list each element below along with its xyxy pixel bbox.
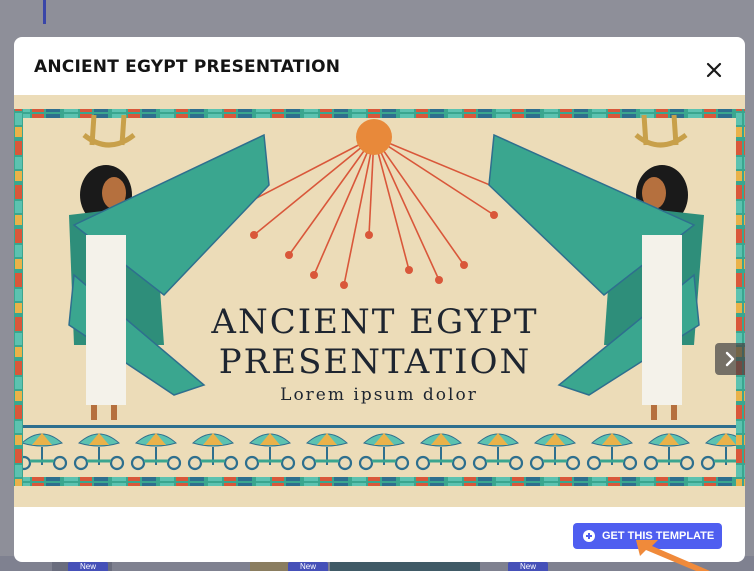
next-slide-button[interactable] xyxy=(715,343,745,375)
plus-circle-icon xyxy=(583,530,595,542)
close-icon xyxy=(706,62,722,78)
modal-title: ANCIENT EGYPT PRESENTATION xyxy=(34,57,341,77)
pointer-arrow-icon xyxy=(636,540,710,571)
close-button[interactable] xyxy=(703,59,725,81)
modal-header: ANCIENT EGYPT PRESENTATION xyxy=(14,37,745,95)
slide-title-line2: PRESENTATION xyxy=(219,342,531,382)
background-new-badge: New xyxy=(68,562,108,571)
background-new-badge: New xyxy=(288,562,328,571)
slide-preview: ANCIENT EGYPT PRESENTATION Lorem ipsum d… xyxy=(14,95,745,507)
slide-subtitle: Lorem ipsum dolor xyxy=(280,385,478,405)
background-new-badge: New xyxy=(508,562,548,571)
slide-illustration: ANCIENT EGYPT PRESENTATION Lorem ipsum d… xyxy=(14,95,745,507)
template-preview-modal: ANCIENT EGYPT PRESENTATION ANCIENT EGYPT… xyxy=(14,37,745,562)
background-accent-line xyxy=(43,0,46,24)
slide-title-line1: ANCIENT EGYPT xyxy=(210,302,538,342)
chevron-right-icon xyxy=(725,351,735,367)
